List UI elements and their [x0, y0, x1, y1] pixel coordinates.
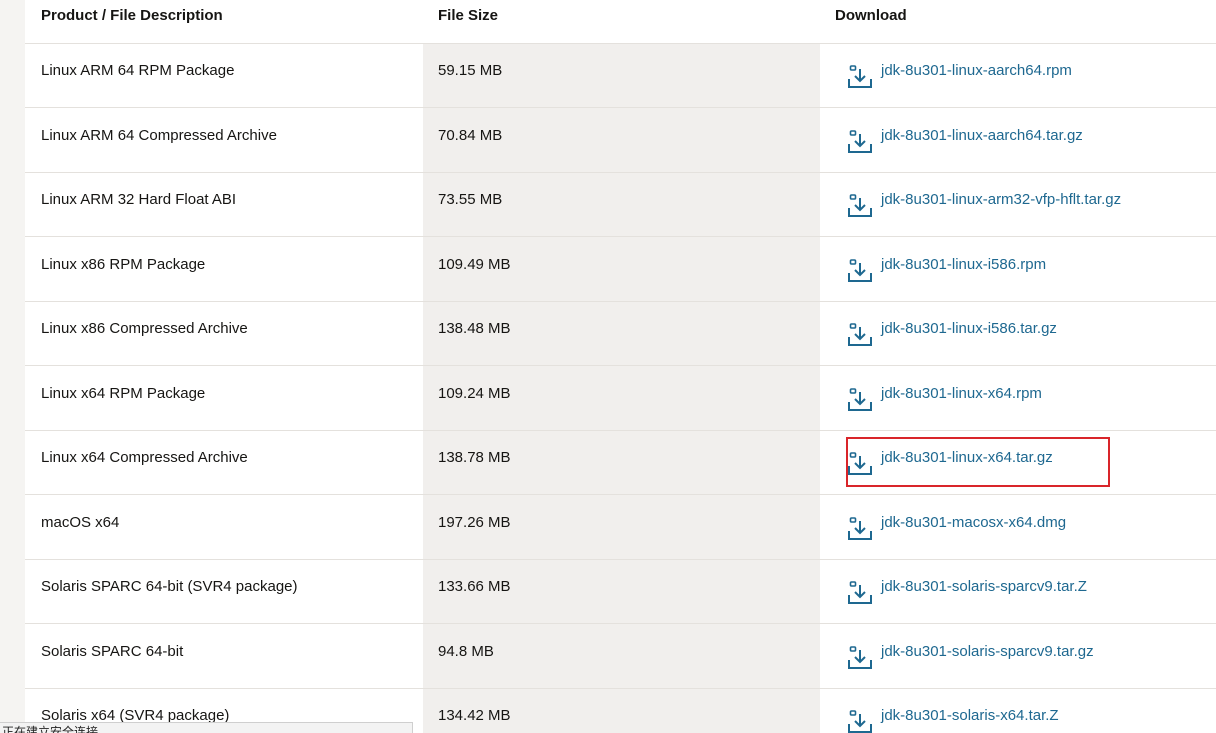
download-icon[interactable] — [847, 445, 873, 475]
table-row: macOS x64 197.26 MB jdk-8u301-macosx-x64.d… — [25, 495, 1216, 560]
download-cell: jdk-8u301-macosx-x64.dmg — [847, 495, 1066, 551]
download-link[interactable]: jdk-8u301-linux-aarch64.rpm — [881, 43, 1072, 99]
download-icon[interactable] — [847, 316, 873, 346]
download-cell: jdk-8u301-linux-i586.rpm — [847, 237, 1046, 293]
download-icon[interactable] — [847, 381, 873, 411]
header-file-size: File Size — [438, 7, 499, 24]
download-link[interactable]: jdk-8u301-linux-i586.rpm — [881, 237, 1046, 293]
file-size: 73.55 MB — [438, 191, 503, 208]
table-row: Linux x64 RPM Package 109.24 MB jdk-8u301-… — [25, 366, 1216, 431]
table-header: Product / File Description File Size Dow… — [25, 0, 1216, 44]
file-description: Linux x86 Compressed Archive — [41, 320, 248, 337]
download-icon[interactable] — [847, 252, 873, 282]
download-icon[interactable] — [847, 58, 873, 88]
download-cell: jdk-8u301-linux-x64.rpm — [847, 366, 1042, 422]
header-download: Download — [835, 7, 907, 24]
download-cell: jdk-8u301-linux-i586.tar.gz — [847, 301, 1057, 357]
table-row: Linux x86 Compressed Archive 138.48 MB jdk… — [25, 301, 1216, 366]
download-link[interactable]: jdk-8u301-macosx-x64.dmg — [881, 495, 1066, 551]
download-table: Product / File Description File Size Dow… — [25, 0, 1216, 733]
file-description: Linux ARM 64 Compressed Archive — [41, 126, 277, 144]
download-cell: jdk-8u301-solaris-sparcv9.tar.Z — [847, 559, 1087, 615]
download-link[interactable]: jdk-8u301-solaris-x64.tar.Z — [881, 688, 1059, 733]
download-link[interactable]: jdk-8u301-linux-x64.tar.gz — [881, 430, 1053, 486]
download-cell: jdk-8u301-linux-arm32-vfp-hflt.tar.gz — [847, 172, 1121, 228]
file-description: Solaris SPARC 64-bit (SVR4 package) — [41, 578, 298, 595]
download-cell: jdk-8u301-linux-aarch64.rpm — [847, 43, 1072, 99]
download-page: Product / File Description File Size Dow… — [0, 0, 1216, 733]
download-cell: jdk-8u301-solaris-sparcv9.tar.gz — [847, 624, 1094, 680]
file-description: Linux ARM 64 RPM Package — [41, 62, 235, 79]
file-size: 109.49 MB — [438, 255, 511, 273]
download-link[interactable]: jdk-8u301-linux-i586.tar.gz — [881, 301, 1057, 357]
file-size: 70.84 MB — [438, 126, 503, 144]
file-description: Linux x64 Compressed Archive — [41, 449, 248, 466]
download-icon[interactable] — [847, 510, 873, 540]
download-link[interactable]: jdk-8u301-linux-x64.rpm — [881, 366, 1042, 422]
download-cell: jdk-8u301-solaris-x64.tar.Z — [847, 688, 1059, 733]
left-gutter — [0, 0, 25, 733]
download-link[interactable]: jdk-8u301-solaris-sparcv9.tar.gz — [881, 624, 1094, 680]
download-icon[interactable] — [847, 703, 873, 733]
download-icon[interactable] — [847, 123, 873, 153]
table-row: Linux ARM 32 Hard Float ABI 73.55 MB jdk-8… — [25, 172, 1216, 237]
download-link[interactable]: jdk-8u301-linux-aarch64.tar.gz — [881, 108, 1083, 164]
download-link[interactable]: jdk-8u301-linux-arm32-vfp-hflt.tar.gz — [881, 172, 1121, 228]
download-icon[interactable] — [847, 639, 873, 669]
file-description: Linux x86 RPM Package — [41, 255, 206, 273]
file-description: Linux x64 RPM Package — [41, 384, 206, 402]
file-size: 134.42 MB — [438, 707, 511, 724]
file-description: macOS x64 — [41, 513, 120, 531]
file-size: 197.26 MB — [438, 513, 511, 531]
status-tooltip: 正在建立安全连接... — [0, 722, 413, 733]
file-size: 138.78 MB — [438, 449, 511, 466]
table-row: Linux ARM 64 Compressed Archive 70.84 MB j… — [25, 108, 1216, 173]
download-icon[interactable] — [847, 187, 873, 217]
download-cell: jdk-8u301-linux-aarch64.tar.gz — [847, 108, 1083, 164]
file-size: 94.8 MB — [438, 642, 494, 660]
table-row: Linux x64 Compressed Archive 138.78 MB jdk… — [25, 430, 1216, 495]
header-description: Product / File Description — [41, 7, 223, 24]
table-row: Linux x86 RPM Package 109.49 MB jdk-8u301-… — [25, 237, 1216, 302]
file-description: Solaris SPARC 64-bit — [41, 642, 184, 660]
table-row: Linux ARM 64 RPM Package 59.15 MB jdk-8u30… — [25, 43, 1216, 108]
file-size: 59.15 MB — [438, 62, 503, 79]
file-size: 133.66 MB — [438, 578, 511, 595]
download-cell: jdk-8u301-linux-x64.tar.gz — [847, 430, 1053, 486]
download-link[interactable]: jdk-8u301-solaris-sparcv9.tar.Z — [881, 559, 1087, 615]
file-size: 138.48 MB — [438, 320, 511, 337]
table-row: Solaris SPARC 64-bit (SVR4 package) 133.6… — [25, 559, 1216, 624]
file-description: Linux ARM 32 Hard Float ABI — [41, 191, 237, 208]
table-row: Solaris SPARC 64-bit 94.8 MB jdk-8u301-sol… — [25, 624, 1216, 689]
download-icon[interactable] — [847, 574, 873, 604]
file-size: 109.24 MB — [438, 384, 511, 402]
